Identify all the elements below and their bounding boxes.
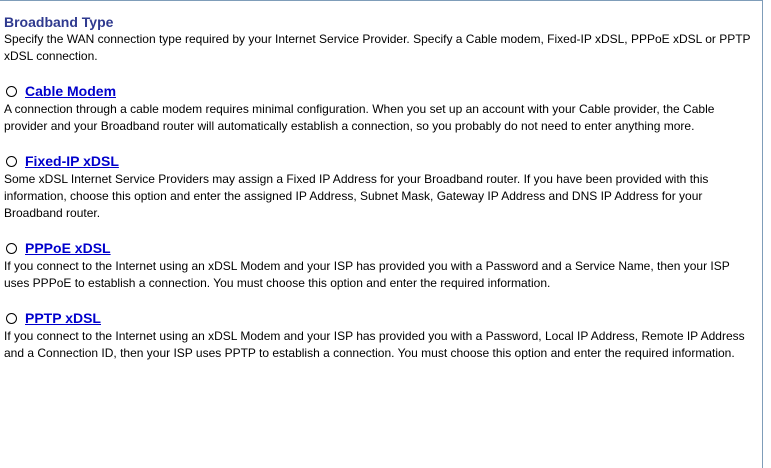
fixed-ip-xdsl-description: Some xDSL Internet Service Providers may…	[4, 172, 709, 220]
content-frame: Broadband Type Specify the WAN connectio…	[0, 0, 763, 468]
cable-modem-description: A connection through a cable modem requi…	[4, 102, 715, 133]
cable-modem-radio[interactable]	[6, 85, 17, 97]
pppoe-xdsl-description: If you connect to the Internet using an …	[4, 259, 730, 290]
option-pptp-xdsl: PPTP xDSL If you connect to the Internet…	[4, 308, 756, 362]
option-cable-modem: Cable Modem A connection through a cable…	[4, 81, 756, 135]
broadband-type-panel: Broadband Type Specify the WAN connectio…	[4, 14, 756, 362]
fixed-ip-xdsl-link[interactable]: Fixed-IP xDSL	[25, 153, 119, 170]
option-header: PPPoE xDSL	[4, 238, 756, 258]
intro-description: Specify the WAN connection type required…	[4, 32, 751, 63]
option-pppoe-xdsl: PPPoE xDSL If you connect to the Interne…	[4, 238, 756, 292]
option-header: Cable Modem	[4, 81, 756, 101]
option-header: Fixed-IP xDSL	[4, 151, 756, 171]
page-title: Broadband Type	[4, 14, 114, 30]
pppoe-xdsl-link[interactable]: PPPoE xDSL	[25, 240, 111, 257]
pppoe-xdsl-radio[interactable]	[6, 242, 17, 254]
option-header: PPTP xDSL	[4, 308, 756, 328]
option-fixed-ip-xdsl: Fixed-IP xDSL Some xDSL Internet Service…	[4, 151, 756, 222]
fixed-ip-xdsl-radio[interactable]	[6, 155, 17, 167]
pptp-xdsl-radio[interactable]	[6, 312, 17, 324]
pptp-xdsl-description: If you connect to the Internet using an …	[4, 329, 745, 360]
pptp-xdsl-link[interactable]: PPTP xDSL	[25, 310, 101, 327]
cable-modem-link[interactable]: Cable Modem	[25, 83, 116, 100]
